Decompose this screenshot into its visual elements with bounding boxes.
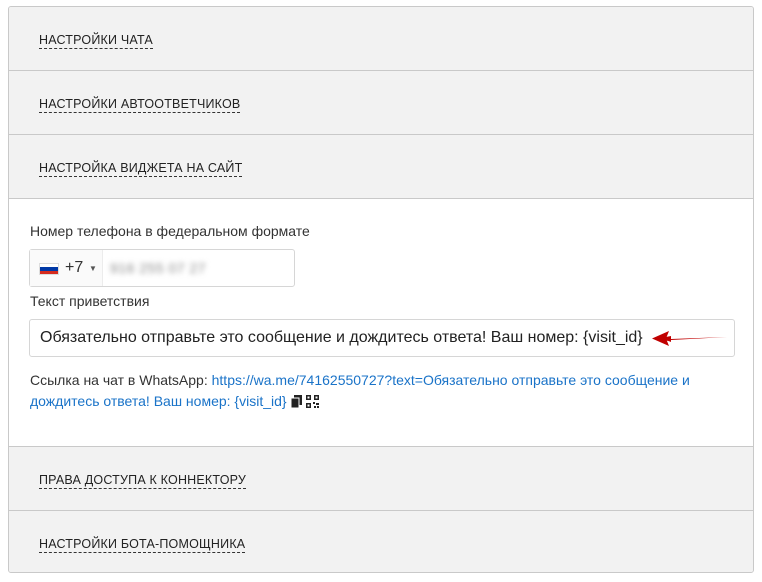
caret-down-icon: ▼: [89, 264, 97, 273]
phone-label: Номер телефона в федеральном формате: [30, 223, 310, 239]
section-title-bot-settings[interactable]: НАСТРОЙКИ БОТА-ПОМОЩНИКА: [39, 537, 246, 553]
country-selector[interactable]: +7 ▼: [30, 250, 103, 286]
section-chat-settings[interactable]: НАСТРОЙКИ ЧАТА: [9, 7, 753, 71]
section-title-autoresponders[interactable]: НАСТРОЙКИ АВТООТВЕТЧИКОВ: [39, 97, 241, 113]
red-arrow-annotation: [652, 331, 727, 346]
section-bot-settings[interactable]: НАСТРОЙКИ БОТА-ПОМОЩНИКА: [9, 511, 753, 572]
phone-input[interactable]: 916 255 07 27: [110, 260, 206, 276]
greeting-label: Текст приветствия: [30, 293, 150, 309]
link-label: Ссылка на чат в WhatsApp:: [30, 372, 208, 388]
qr-code-icon[interactable]: [305, 393, 319, 414]
section-access-rights[interactable]: ПРАВА ДОСТУПА К КОННЕКТОРУ: [9, 447, 753, 511]
widget-settings-body: Номер телефона в федеральном формате +7 …: [9, 199, 753, 447]
greeting-input[interactable]: Обязательно отправьте это сообщение и до…: [29, 319, 735, 357]
russia-flag-icon: [39, 263, 59, 275]
settings-accordion: НАСТРОЙКИ ЧАТА НАСТРОЙКИ АВТООТВЕТЧИКОВ …: [8, 6, 754, 573]
section-title-widget[interactable]: НАСТРОЙКА ВИДЖЕТА НА САЙТ: [39, 161, 243, 177]
section-autoresponders[interactable]: НАСТРОЙКИ АВТООТВЕТЧИКОВ: [9, 71, 753, 135]
section-widget[interactable]: НАСТРОЙКА ВИДЖЕТА НА САЙТ: [9, 135, 753, 199]
phone-field[interactable]: +7 ▼ 916 255 07 27: [29, 249, 295, 287]
whatsapp-link-block: Ссылка на чат в WhatsApp: https://wa.me/…: [30, 370, 730, 414]
section-title-chat-settings[interactable]: НАСТРОЙКИ ЧАТА: [39, 33, 153, 49]
section-title-access-rights[interactable]: ПРАВА ДОСТУПА К КОННЕКТОРУ: [39, 473, 247, 489]
copy-icon[interactable]: [290, 393, 302, 414]
whatsapp-link-line1[interactable]: https://wa.me/74162550727?text=Обязатель…: [212, 372, 690, 388]
country-code: +7: [65, 259, 84, 276]
whatsapp-link-line2[interactable]: дождитесь ответа! Ваш номер: {visit_id}: [30, 393, 287, 409]
